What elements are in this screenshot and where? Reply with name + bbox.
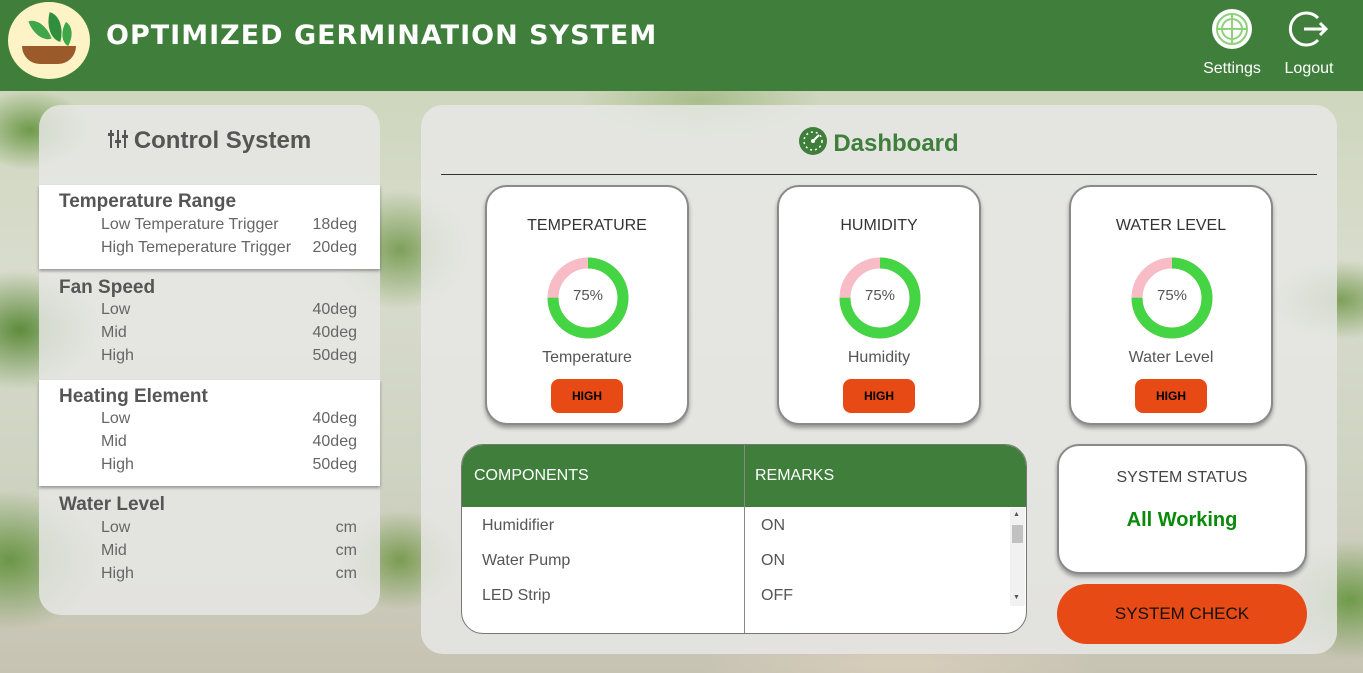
setting-row[interactable]: High Temeperature Trigger 20deg bbox=[101, 239, 357, 257]
control-system-label: Control System bbox=[133, 127, 312, 154]
column-divider bbox=[744, 445, 745, 633]
card-subtitle: Water Level bbox=[1128, 349, 1214, 366]
setting-label: Low bbox=[101, 519, 131, 536]
dashboard-title: Dashboard bbox=[421, 127, 1337, 162]
system-status-value: All Working bbox=[1126, 509, 1238, 531]
app-header: OPTIMIZED GERMINATION SYSTEM Settings Lo… bbox=[0, 0, 1363, 91]
logout-button[interactable]: Logout bbox=[1280, 8, 1338, 78]
group-title: Water Level bbox=[59, 494, 165, 515]
fan-speed-group: Fan Speed Low 40deg Mid 40deg High 50deg bbox=[39, 271, 380, 379]
settings-icon bbox=[1211, 8, 1253, 50]
logout-label: Logout bbox=[1284, 60, 1334, 77]
column-header-components: COMPONENTS bbox=[474, 467, 589, 484]
dashboard-panel: Dashboard TEMPERATURE 75% Temperature HI… bbox=[421, 105, 1337, 654]
group-title: Heating Element bbox=[59, 386, 208, 407]
setting-label: Low Temperature Trigger bbox=[101, 216, 279, 233]
setting-row[interactable]: Mid cm bbox=[101, 542, 357, 560]
setting-row[interactable]: Low 40deg bbox=[101, 410, 357, 428]
setting-row[interactable]: Low cm bbox=[101, 519, 357, 537]
setting-value: 40deg bbox=[312, 410, 358, 427]
setting-value: 20deg bbox=[312, 239, 358, 256]
temperature-card: TEMPERATURE 75% Temperature HIGH bbox=[485, 185, 689, 425]
humidity-high-button[interactable]: HIGH bbox=[843, 379, 915, 413]
setting-value: 50deg bbox=[312, 347, 358, 364]
sliders-icon bbox=[107, 128, 128, 157]
column-header-remarks: REMARKS bbox=[755, 467, 835, 484]
setting-row[interactable]: High cm bbox=[101, 565, 357, 583]
control-system-panel: Control System Temperature Range Low Tem… bbox=[39, 105, 380, 615]
setting-label: High bbox=[101, 565, 134, 582]
control-system-title: Control System bbox=[39, 127, 380, 157]
components-table: COMPONENTS REMARKS Humidifier ON Water P… bbox=[461, 444, 1027, 634]
card-subtitle: Humidity bbox=[847, 349, 911, 366]
scroll-down-icon[interactable]: ▼ bbox=[1013, 594, 1020, 601]
setting-row[interactable]: Low Temperature Trigger 18deg bbox=[101, 216, 357, 234]
component-remark: ON bbox=[761, 517, 785, 534]
water-level-group: Water Level Low cm Mid cm High cm bbox=[39, 488, 380, 596]
temperature-range-group: Temperature Range Low Temperature Trigge… bbox=[39, 185, 380, 269]
system-status-title: SYSTEM STATUS bbox=[1116, 469, 1248, 486]
setting-label: Low bbox=[101, 301, 131, 318]
setting-value: 40deg bbox=[312, 301, 358, 318]
card-subtitle: Temperature bbox=[542, 349, 632, 366]
scroll-thumb[interactable] bbox=[1012, 525, 1023, 543]
speedometer-icon bbox=[799, 127, 828, 162]
setting-value: 40deg bbox=[312, 433, 358, 450]
setting-label: Low bbox=[101, 410, 131, 427]
setting-row[interactable]: High 50deg bbox=[101, 456, 357, 474]
app-title: OPTIMIZED GERMINATION SYSTEM bbox=[106, 20, 658, 51]
component-remark: ON bbox=[761, 552, 785, 569]
setting-value: 50deg bbox=[312, 456, 358, 473]
gauge-percent: 75% bbox=[572, 287, 604, 304]
temperature-gauge: 75% bbox=[547, 257, 629, 339]
app-logo bbox=[8, 2, 90, 79]
water-level-card: WATER LEVEL 75% Water Level HIGH bbox=[1069, 185, 1273, 425]
setting-value: cm bbox=[335, 519, 357, 536]
settings-label: Settings bbox=[1203, 60, 1261, 77]
setting-label: High bbox=[101, 456, 134, 473]
group-title: Temperature Range bbox=[59, 191, 237, 212]
gauge-percent: 75% bbox=[1156, 287, 1188, 304]
setting-label: Mid bbox=[101, 433, 127, 450]
dashboard-label: Dashboard bbox=[833, 130, 959, 157]
card-title: HUMIDITY bbox=[840, 217, 918, 234]
setting-label: Mid bbox=[101, 542, 127, 559]
scroll-up-icon[interactable]: ▲ bbox=[1013, 511, 1020, 518]
setting-row[interactable]: Mid 40deg bbox=[101, 433, 357, 451]
logout-icon bbox=[1288, 8, 1330, 50]
component-name: Water Pump bbox=[482, 552, 571, 569]
card-title: WATER LEVEL bbox=[1115, 217, 1227, 234]
setting-label: Mid bbox=[101, 324, 127, 341]
gauge-percent: 75% bbox=[864, 287, 896, 304]
setting-row[interactable]: Low 40deg bbox=[101, 301, 357, 319]
component-name: Humidifier bbox=[482, 517, 555, 534]
card-title: TEMPERATURE bbox=[527, 217, 647, 234]
heating-element-group: Heating Element Low 40deg Mid 40deg High… bbox=[39, 380, 380, 486]
setting-row[interactable]: Mid 40deg bbox=[101, 324, 357, 342]
setting-label: High bbox=[101, 347, 134, 364]
system-status-card: SYSTEM STATUS All Working bbox=[1057, 444, 1307, 574]
water-level-high-button[interactable]: HIGH bbox=[1135, 379, 1207, 413]
setting-value: 40deg bbox=[312, 324, 358, 341]
divider bbox=[441, 174, 1317, 175]
component-remark: OFF bbox=[761, 587, 793, 604]
setting-value: 18deg bbox=[312, 216, 358, 233]
humidity-card: HUMIDITY 75% Humidity HIGH bbox=[777, 185, 981, 425]
water-level-gauge: 75% bbox=[1131, 257, 1213, 339]
component-name: LED Strip bbox=[482, 587, 551, 604]
setting-label: High Temeperature Trigger bbox=[101, 239, 292, 256]
group-title: Fan Speed bbox=[59, 277, 156, 298]
settings-button[interactable]: Settings bbox=[1200, 8, 1264, 78]
temperature-high-button[interactable]: HIGH bbox=[551, 379, 623, 413]
setting-row[interactable]: High 50deg bbox=[101, 347, 357, 365]
system-check-button[interactable]: SYSTEM CHECK bbox=[1057, 584, 1307, 644]
setting-value: cm bbox=[335, 565, 357, 582]
humidity-gauge: 75% bbox=[839, 257, 921, 339]
table-scrollbar[interactable]: ▲ ▼ bbox=[1010, 508, 1025, 606]
setting-value: cm bbox=[335, 542, 357, 559]
